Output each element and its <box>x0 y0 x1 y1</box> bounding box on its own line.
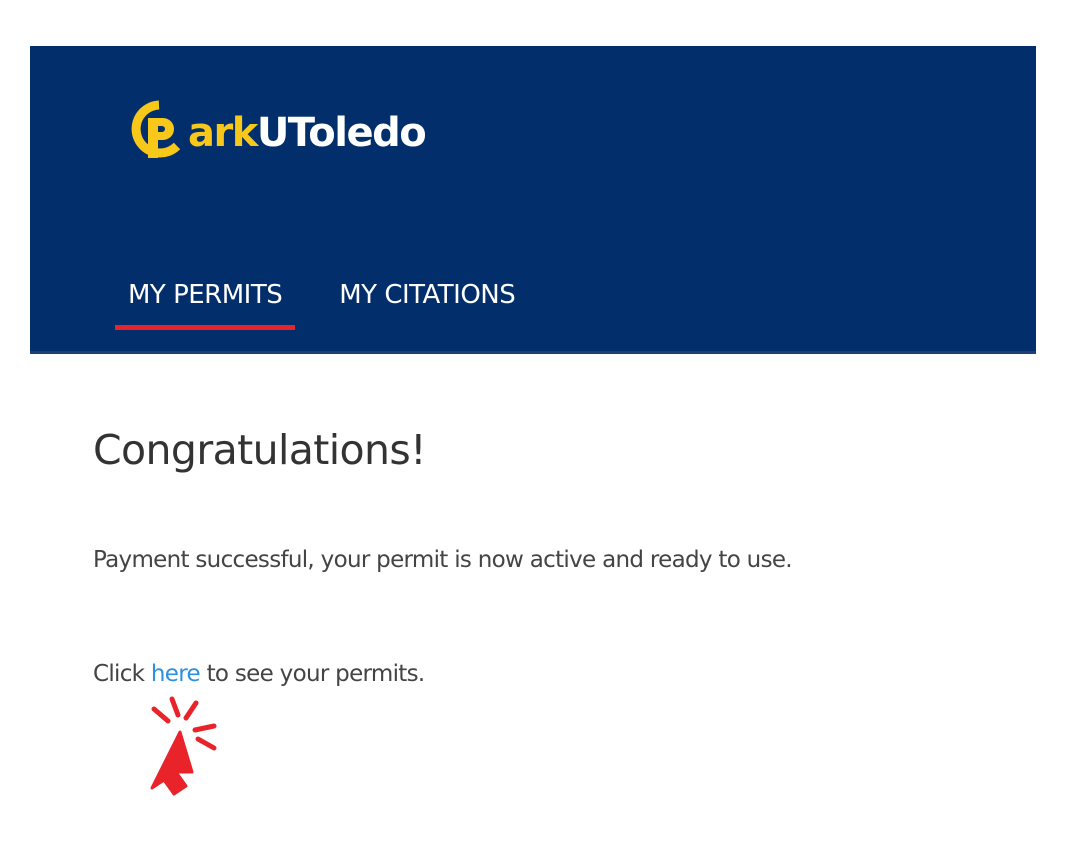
tab-my-citations[interactable]: MY CITATIONS <box>326 274 528 332</box>
tab-my-permits[interactable]: MY PERMITS <box>115 274 296 332</box>
page: arkUToledo MY PERMITS MY CITATIONS Congr… <box>0 0 1081 861</box>
page-title: Congratulations! <box>93 426 427 474</box>
logo-p-mark-icon <box>131 100 181 158</box>
permits-cta: Click here to see your permits. <box>93 661 425 687</box>
cta-prefix: Click <box>93 661 151 687</box>
logo-wordmark: arkUToledo <box>188 110 427 156</box>
here-link[interactable]: here <box>151 661 201 687</box>
logo-wordmark-utoledo: UToledo <box>256 110 427 156</box>
click-pointer-icon <box>150 696 217 796</box>
main-nav: MY PERMITS MY CITATIONS <box>115 274 559 332</box>
site-header: arkUToledo MY PERMITS MY CITATIONS <box>30 46 1036 354</box>
parkutoledo-logo[interactable]: arkUToledo <box>126 96 427 166</box>
success-message: Payment successful, your permit is now a… <box>93 547 793 573</box>
cta-suffix: to see your permits. <box>199 661 426 687</box>
logo-wordmark-ark: ark <box>188 110 258 156</box>
